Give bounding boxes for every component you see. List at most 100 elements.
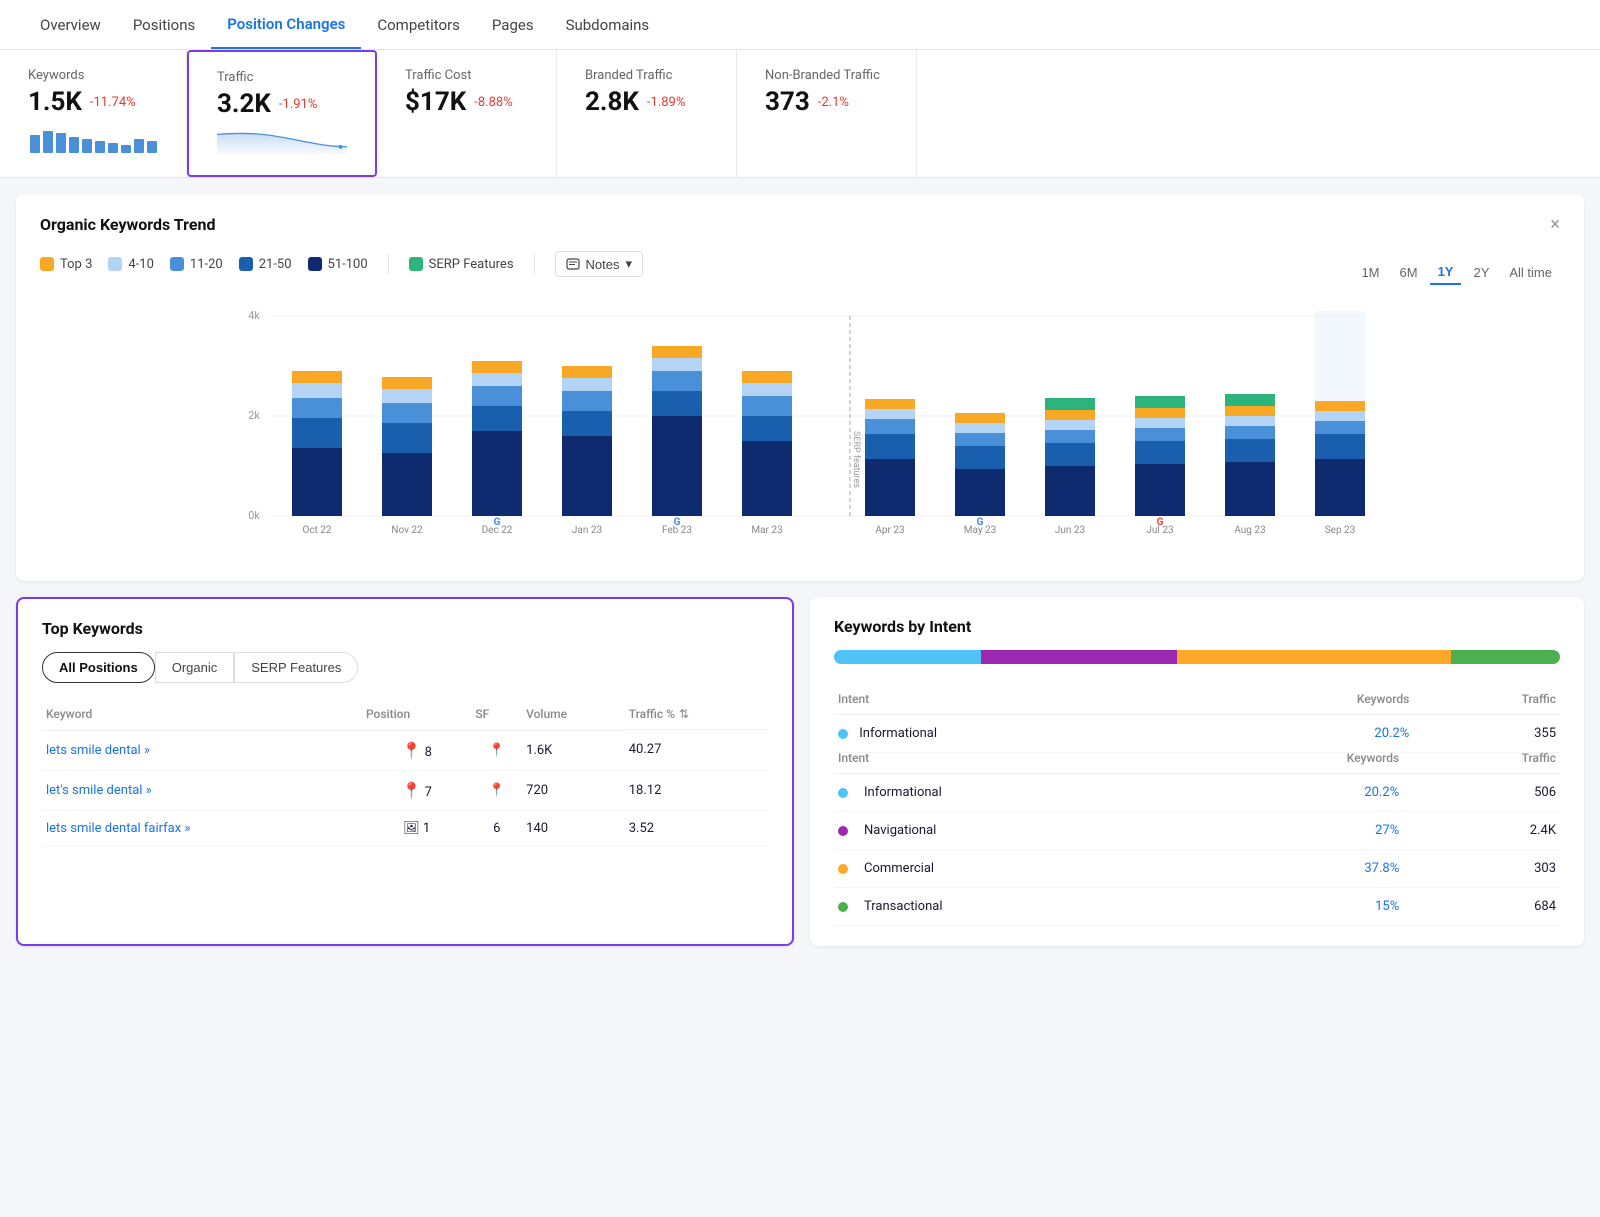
metric-traffic-label: Traffic <box>217 70 347 85</box>
traffic-mini-chart <box>217 125 347 157</box>
kw-link-1[interactable]: lets smile dental » <box>46 743 150 758</box>
close-trend-button[interactable]: × <box>1550 214 1560 235</box>
pct-navigational[interactable]: 27% <box>1375 823 1399 838</box>
metric-non-branded-label: Non-Branded Traffic <box>765 68 888 83</box>
time-1y[interactable]: 1Y <box>1430 260 1462 285</box>
nav-subdomains[interactable]: Subdomains <box>550 2 666 48</box>
col-keywords-h: Keywords <box>1180 743 1403 774</box>
svg-text:Nov 22: Nov 22 <box>391 525 423 536</box>
top-navigation: Overview Positions Position Changes Comp… <box>0 0 1600 50</box>
time-6m[interactable]: 6M <box>1392 261 1426 284</box>
nav-position-changes[interactable]: Position Changes <box>211 1 361 49</box>
pct-transactional[interactable]: 15% <box>1375 899 1399 914</box>
legend-top3[interactable]: Top 3 <box>40 257 92 272</box>
pct-informational[interactable]: 20.2% <box>1364 785 1399 800</box>
intent-title: Keywords by Intent <box>834 617 1560 636</box>
traffic-pct-2: 18.12 <box>625 770 768 810</box>
intent-bar-informational <box>834 650 981 664</box>
nav-positions[interactable]: Positions <box>117 2 211 48</box>
top-keywords-title: Top Keywords <box>42 619 768 638</box>
position-3: 1 <box>423 821 430 836</box>
col-traffic: Traffic <box>1413 684 1560 715</box>
bar-jan23: Jan 23 <box>562 366 612 536</box>
legend-4-10[interactable]: 4-10 <box>108 257 154 272</box>
intent-pct-informational[interactable]: 20.2% <box>1374 726 1409 741</box>
svg-text:Oct 22: Oct 22 <box>302 525 331 536</box>
dot-navigational <box>838 826 848 836</box>
keywords-by-intent-section: Keywords by Intent Intent Keywords Traff… <box>810 597 1584 946</box>
metric-branded-value: 2.8K -1.89% <box>585 87 708 117</box>
legend-serp-features[interactable]: SERP Features <box>409 257 514 272</box>
bar-may23: May 23 G <box>955 413 1005 536</box>
sf-1: 📍 <box>471 730 522 770</box>
col-sf: SF <box>471 699 522 730</box>
tab-organic[interactable]: Organic <box>155 652 235 683</box>
position-2: 7 <box>425 785 432 800</box>
time-2y[interactable]: 2Y <box>1465 261 1497 284</box>
svg-text:4k: 4k <box>248 309 260 322</box>
metric-keywords-value: 1.5K -11.74% <box>28 87 158 117</box>
metric-traffic-cost-label: Traffic Cost <box>405 68 528 83</box>
label-navigational: Navigational <box>864 823 936 838</box>
bar-jul23: Jul 23 G <box>1135 396 1185 536</box>
intent-bar-commercial <box>1177 650 1451 664</box>
bar-sep23: Sep 23 <box>1315 311 1365 536</box>
bar-jun23: Jun 23 <box>1045 398 1095 536</box>
svg-text:2k: 2k <box>248 409 260 422</box>
metric-keywords[interactable]: Keywords 1.5K -11.74% <box>0 50 187 177</box>
col-intent: Intent <box>834 684 1204 715</box>
nav-overview[interactable]: Overview <box>24 2 117 48</box>
table-row: lets smile dental fairfax » 🖼 1 6 140 3.… <box>42 810 768 846</box>
time-filters: 1M 6M 1Y 2Y All time <box>1353 260 1560 285</box>
legend-separator2 <box>534 254 535 274</box>
intent-row-informational: Informational 20.2% 506 <box>834 774 1560 812</box>
table-row: let's smile dental » 📍 7 📍 720 18.12 <box>42 770 768 810</box>
label-informational: Informational <box>864 785 942 800</box>
intent-table-proper: Intent Keywords Traffic Informational 20… <box>834 743 1560 926</box>
kw-link-2[interactable]: let's smile dental » <box>46 783 152 798</box>
volume-1: 1.6K <box>522 730 625 770</box>
sort-icon[interactable]: ⇅ <box>679 707 689 721</box>
sf-3: 6 <box>471 810 522 846</box>
col-traffic-pct: Traffic % ⇅ <box>625 699 768 730</box>
time-all[interactable]: All time <box>1501 261 1560 284</box>
tab-serp-features[interactable]: SERP Features <box>234 652 358 683</box>
sf-icon-3: 🖼 <box>403 821 420 836</box>
label-commercial: Commercial <box>864 861 934 876</box>
dot-informational <box>838 788 848 798</box>
legend-51-100[interactable]: 51-100 <box>308 257 368 272</box>
metric-traffic-cost-change: -8.88% <box>474 95 512 110</box>
intent-bar <box>834 650 1560 664</box>
legend-21-50[interactable]: 21-50 <box>239 257 292 272</box>
nav-competitors[interactable]: Competitors <box>361 2 476 48</box>
metric-traffic-cost[interactable]: Traffic Cost $17K -8.88% <box>377 50 557 177</box>
metric-branded[interactable]: Branded Traffic 2.8K -1.89% <box>557 50 737 177</box>
col-volume: Volume <box>522 699 625 730</box>
svg-text:SERP features: SERP features <box>851 431 861 488</box>
top-keywords-section: Top Keywords All Positions Organic SERP … <box>16 597 794 946</box>
time-1m[interactable]: 1M <box>1353 261 1387 284</box>
trend-section: Organic Keywords Trend × Top 3 4-10 11-2… <box>16 194 1584 581</box>
tab-all-positions[interactable]: All Positions <box>42 652 155 683</box>
notes-button[interactable]: Notes ▾ <box>555 251 644 277</box>
svg-text:Jan 23: Jan 23 <box>572 525 602 536</box>
metric-keywords-label: Keywords <box>28 68 158 83</box>
metric-traffic[interactable]: Traffic 3.2K -1.91% <box>187 50 377 177</box>
legend-11-20[interactable]: 11-20 <box>170 257 223 272</box>
nav-pages[interactable]: Pages <box>476 2 550 48</box>
bar-feb23: Feb 23 G <box>652 346 702 536</box>
kw-link-3[interactable]: lets smile dental fairfax » <box>46 821 191 836</box>
intent-bar-navigational <box>981 650 1177 664</box>
metric-traffic-value: 3.2K -1.91% <box>217 89 347 119</box>
svg-text:Sep 23: Sep 23 <box>1325 525 1356 536</box>
bar-apr23: Apr 23 <box>865 399 915 536</box>
intent-row-navigational: Navigational 27% 2.4K <box>834 812 1560 850</box>
svg-text:0k: 0k <box>248 509 260 522</box>
col-position: Position <box>362 699 471 730</box>
metrics-bar: Keywords 1.5K -11.74% Traffic 3.2K <box>0 50 1600 178</box>
metric-non-branded[interactable]: Non-Branded Traffic 373 -2.1% <box>737 50 917 177</box>
svg-text:Aug 23: Aug 23 <box>1234 525 1265 536</box>
pct-commercial[interactable]: 37.8% <box>1364 861 1399 876</box>
position-1: 8 <box>425 745 432 760</box>
intent-label-informational: Informational <box>859 726 937 741</box>
